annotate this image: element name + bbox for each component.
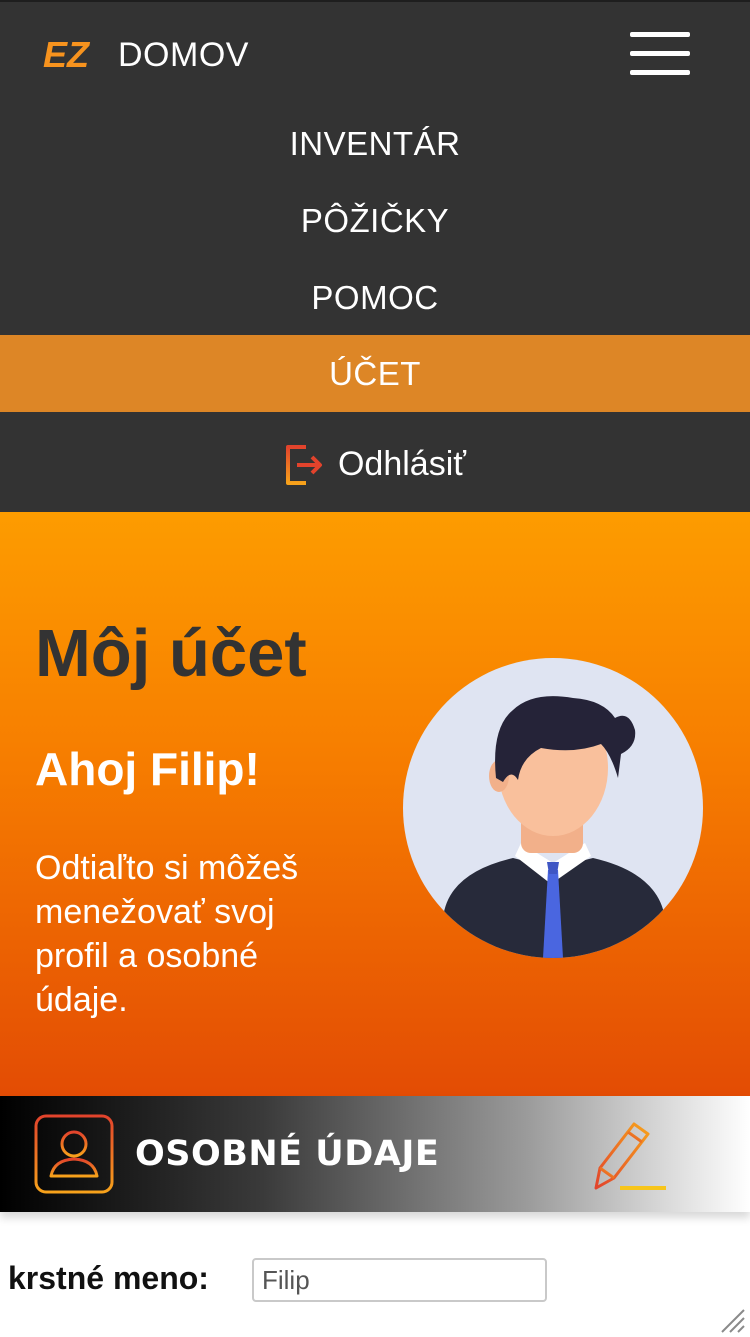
first-name-label: krstné meno: xyxy=(8,1260,209,1296)
first-name-input[interactable] xyxy=(252,1258,547,1302)
hero-description: Odtiaľto si môžeš menežovať svoj profil … xyxy=(35,849,299,1019)
user-icon xyxy=(34,1114,114,1194)
section-title: OSOBNÉ ÚDAJE xyxy=(135,1134,440,1174)
nav-item-ucet[interactable]: ÚČET xyxy=(0,335,750,412)
page-title: Môj účet xyxy=(35,616,307,691)
nav-item-pomoc[interactable]: POMOC xyxy=(0,259,750,336)
nav-item-pozicky[interactable]: PÔŽIČKY xyxy=(0,182,750,259)
ez-logo-icon: EZ xyxy=(43,35,91,75)
home-label: DOMOV xyxy=(118,35,249,74)
resize-grip-icon[interactable] xyxy=(716,1304,746,1334)
logout-button[interactable]: Odhlásiť xyxy=(0,417,750,512)
account-hero: Môj účet Ahoj Filip! Odtiaľto si môžeš m… xyxy=(0,512,750,1096)
greeting: Ahoj Filip! xyxy=(35,743,260,795)
hamburger-icon[interactable] xyxy=(630,32,690,78)
personal-data-header: OSOBNÉ ÚDAJE xyxy=(0,1096,750,1212)
pencil-icon[interactable] xyxy=(588,1116,673,1196)
top-navigation: EZ DOMOV INVENTÁR PÔŽIČKY POMOC ÚČET Odh… xyxy=(0,0,750,512)
nav-item-inventar[interactable]: INVENTÁR xyxy=(0,105,750,182)
logout-icon xyxy=(285,444,322,485)
user-avatar-illustration xyxy=(403,658,703,958)
home-link[interactable]: EZ DOMOV xyxy=(42,32,249,78)
logout-label: Odhlásiť xyxy=(337,445,467,483)
svg-text:EZ: EZ xyxy=(43,35,91,75)
